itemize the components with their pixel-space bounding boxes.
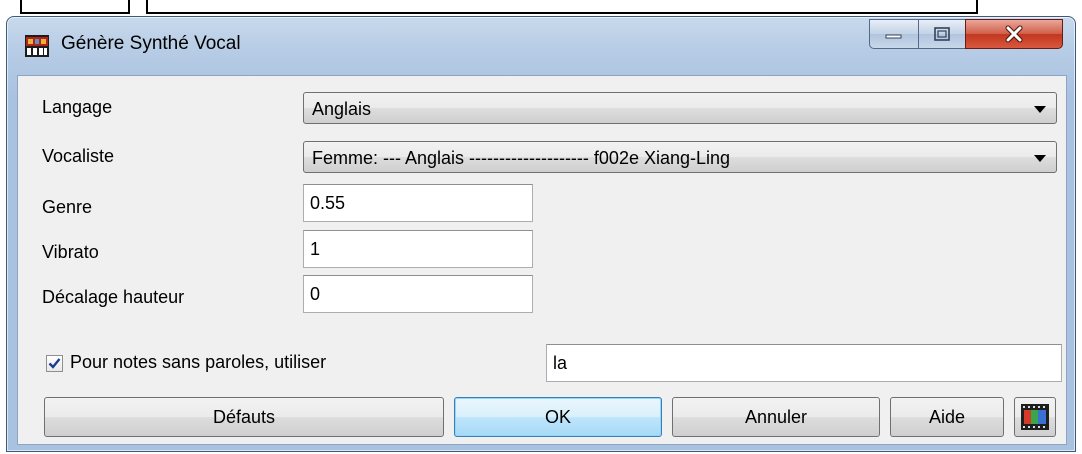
- dialog-body: Langage Anglais Vocaliste Femme: --- Ang…: [17, 75, 1067, 445]
- gender-label: Genre: [42, 197, 93, 217]
- vibrato-input[interactable]: 1: [303, 230, 533, 268]
- vocalist-dropdown[interactable]: Femme: --- Anglais -------------------- …: [303, 141, 1057, 173]
- background-box-right: [146, 0, 978, 14]
- close-icon: [1005, 25, 1023, 43]
- film-clip-button[interactable]: [1014, 397, 1056, 437]
- vocalist-value: Femme: --- Anglais -------------------- …: [312, 148, 731, 168]
- window-title: Génère Synthé Vocal: [61, 33, 241, 54]
- lyricless-label[interactable]: Pour notes sans paroles, utiliser: [70, 352, 326, 373]
- language-value: Anglais: [312, 99, 372, 119]
- lyricless-syllable-input[interactable]: la: [546, 344, 1062, 382]
- language-label: Langage: [42, 97, 113, 117]
- close-button[interactable]: [965, 19, 1063, 49]
- cancel-button[interactable]: Annuler: [672, 397, 880, 437]
- background-box-left: [20, 0, 130, 14]
- language-dropdown[interactable]: Anglais: [303, 92, 1057, 124]
- vocalist-label: Vocaliste: [42, 146, 115, 166]
- chevron-down-icon: [1034, 106, 1046, 113]
- pitch-offset-input[interactable]: 0: [303, 275, 533, 313]
- help-button[interactable]: Aide: [890, 397, 1004, 437]
- app-icon: [25, 35, 49, 57]
- vibrato-label: Vibrato: [42, 242, 99, 262]
- checkmark-icon: [48, 358, 61, 369]
- pitch-offset-label: Décalage hauteur: [42, 287, 185, 307]
- minimize-icon: [885, 34, 902, 39]
- lyricless-checkbox[interactable]: [46, 355, 63, 372]
- film-clip-icon: [1021, 404, 1049, 430]
- maximize-button[interactable]: [918, 19, 966, 49]
- gender-input[interactable]: 0.55: [303, 184, 533, 222]
- dialog-window: Génère Synthé Vocal Langage Anglais Voca…: [6, 16, 1076, 452]
- minimize-button[interactable]: [869, 19, 919, 49]
- maximize-icon: [934, 27, 950, 41]
- defaults-button[interactable]: Défauts: [44, 397, 444, 437]
- ok-button[interactable]: OK: [454, 397, 662, 437]
- title-bar[interactable]: Génère Synthé Vocal: [7, 17, 1075, 75]
- chevron-down-icon: [1034, 155, 1046, 162]
